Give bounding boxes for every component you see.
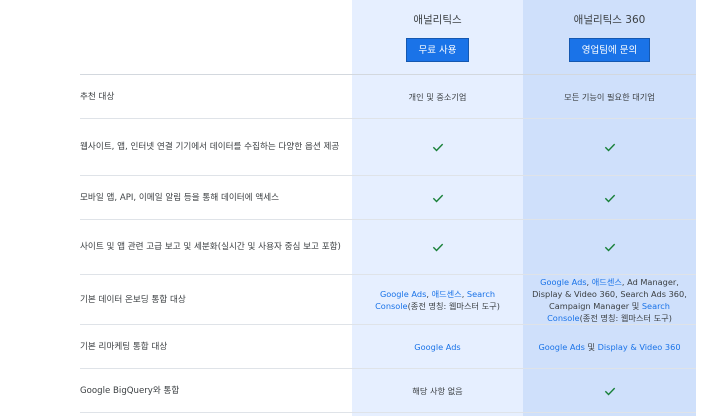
cell-360: Google Ads 및 Display & Video 360 [523, 341, 696, 353]
note-text: (종전 명칭: 웹마스터 도구) [579, 312, 672, 323]
conjunction-text: 및 [584, 341, 598, 352]
plan-name-360: 애널리틱스 360 [573, 14, 646, 26]
free-use-button[interactable]: 무료 사용 [405, 38, 470, 62]
cell-360: Google Ads, 애드센스, Ad Manager, Display & … [523, 276, 696, 324]
cell-standard: 개인 및 중소기업 [408, 91, 467, 102]
row-label: 기본 데이터 온보딩 통합 대상 [80, 294, 186, 305]
header-standard: 애널리틱스 무료 사용 [352, 0, 523, 74]
adsense-link[interactable]: 애드센스 [592, 277, 622, 287]
cell-standard [352, 140, 523, 154]
cell-standard: Google Ads, 애드센스, Search Console(종전 명칭: … [352, 288, 523, 312]
cell-360 [523, 240, 696, 254]
google-ads-link[interactable]: Google Ads [380, 289, 426, 299]
contact-sales-button[interactable]: 영업팀에 문의 [568, 38, 651, 62]
plan-name-standard: 애널리틱스 [413, 14, 462, 26]
table-row: 사이트 및 앱 관련 고급 보고 및 세분화(실시간 및 사용자 중심 보고 포… [80, 220, 696, 275]
cell-360 [523, 384, 696, 398]
cell-360: 모든 기능이 필요한 대기업 [564, 91, 655, 102]
cell-standard [352, 240, 523, 254]
check-icon [432, 194, 443, 203]
google-ads-link[interactable]: Google Ads [414, 342, 460, 352]
row-label: 추천 대상 [80, 91, 115, 102]
cell-standard: Google Ads [352, 341, 523, 353]
row-label: 모바일 앱, API, 이메일 알림 등을 통해 데이터에 액세스 [80, 192, 280, 203]
table-row: 기본 데이터 온보딩 통합 대상 Google Ads, 애드센스, Searc… [80, 275, 696, 325]
table-row: 웹사이트, 앱, 인터넷 연결 기기에서 데이터를 수집하는 다양한 옵션 제공 [80, 119, 696, 176]
row-label: 사이트 및 앱 관련 고급 보고 및 세분화(실시간 및 사용자 중심 보고 포… [80, 242, 341, 252]
row-label: 기본 리마케팅 통합 대상 [80, 341, 168, 352]
cell-360 [523, 191, 696, 205]
display-video-360-link[interactable]: Display & Video 360 [598, 342, 681, 352]
row-label: 웹사이트, 앱, 인터넷 연결 기기에서 데이터를 수집하는 다양한 옵션 제공 [80, 142, 340, 152]
adsense-link[interactable]: 애드센스 [432, 289, 462, 299]
google-ads-link[interactable]: Google Ads [540, 277, 586, 287]
check-icon [604, 143, 615, 152]
check-icon [604, 194, 615, 203]
header-360: 애널리틱스 360 영업팀에 문의 [523, 0, 696, 74]
table-row: 모바일 앱, API, 이메일 알림 등을 통해 데이터에 액세스 [80, 176, 696, 220]
check-icon [604, 387, 615, 396]
check-icon [604, 243, 615, 252]
google-ads-link[interactable]: Google Ads [538, 342, 584, 352]
row-label: Google BigQuery와 통합 [80, 385, 180, 396]
check-icon [432, 143, 443, 152]
table-row: Google BigQuery와 통합 해당 사항 없음 [80, 369, 696, 413]
check-icon [432, 243, 443, 252]
table-row: 기본 리마케팅 통합 대상 Google Ads Google Ads 및 Di… [80, 325, 696, 369]
note-text: (종전 명칭: 웹마스터 도구) [407, 300, 500, 311]
cell-standard [352, 191, 523, 205]
cell-360 [523, 140, 696, 154]
cell-standard: 해당 사항 없음 [412, 385, 463, 396]
table-row: 추천 대상 개인 및 중소기업 모든 기능이 필요한 대기업 [80, 75, 696, 119]
